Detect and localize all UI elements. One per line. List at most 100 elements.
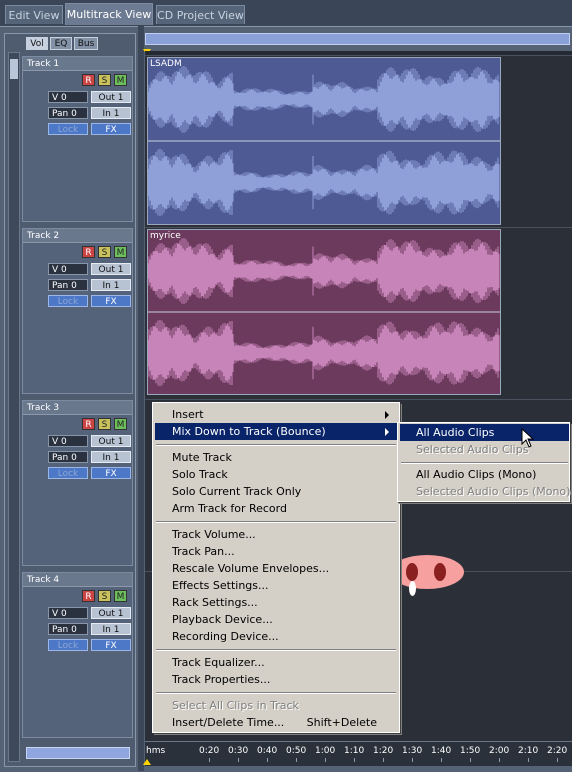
pan-field[interactable]: Pan 0 [48,279,88,291]
tab-edit-view[interactable]: Edit View [5,5,63,24]
fx-button[interactable]: FX [91,639,131,651]
submenu-item-selected-audio-clips-mono[interactable]: Selected Audio Clips (Mono) [400,483,570,500]
pan-field[interactable]: Pan 0 [48,107,88,119]
fx-button[interactable]: FX [91,467,131,479]
menu-separator [156,521,396,523]
submenu-item-all-audio-clips[interactable]: All Audio Clips [400,424,569,441]
record-arm-button[interactable]: R [82,246,95,258]
output-button[interactable]: Out 1 [91,435,131,447]
record-arm-button[interactable]: R [82,418,95,430]
pan-field[interactable]: Pan 0 [48,623,88,635]
fx-button[interactable]: FX [91,295,131,307]
mute-button[interactable]: M [114,590,127,602]
volume-field[interactable]: V 0 [48,91,88,103]
track-name[interactable]: Track 4 [23,573,132,587]
mute-button[interactable]: M [114,418,127,430]
solo-button[interactable]: S [98,418,111,430]
menu-item-arm-track[interactable]: Arm Track for Record [155,500,397,517]
ruler-tick-label: 1:00 [315,746,336,756]
mute-button[interactable]: M [114,246,127,258]
ruler-tick [325,758,326,762]
ruler-tick-label: 0:20 [199,746,220,756]
input-button[interactable]: In 1 [91,107,131,119]
menu-separator [156,692,396,694]
menu-item-track-equalizer[interactable]: Track Equalizer... [155,654,397,671]
audio-clip-lsadm[interactable]: LSADM [147,57,501,225]
pan-field[interactable]: Pan 0 [48,451,88,463]
solo-button[interactable]: S [98,74,111,86]
record-arm-button[interactable]: R [82,74,95,86]
menu-item-track-pan[interactable]: Track Pan... [155,543,397,560]
menu-item-solo-track[interactable]: Solo Track [155,466,397,483]
menu-item-mute-track[interactable]: Mute Track [155,449,397,466]
mute-button[interactable]: M [114,74,127,86]
horizontal-scrollbar[interactable] [145,33,570,45]
tab-multitrack-view[interactable]: Multitrack View [65,3,153,25]
lock-button[interactable]: Lock [48,295,88,307]
tab-cd-project-view[interactable]: CD Project View [156,5,245,24]
track-name[interactable]: Track 2 [23,229,132,243]
solo-button[interactable]: S [98,590,111,602]
volume-field[interactable]: V 0 [48,263,88,275]
menu-item-rescale-volume[interactable]: Rescale Volume Envelopes... [155,560,397,577]
bus-tab[interactable]: Bus [74,37,98,50]
menu-item-playback-device[interactable]: Playback Device... [155,611,397,628]
volume-field[interactable]: V 0 [48,607,88,619]
track-control-2: Track 2 R S M V 0 Out 1 Pan 0 In 1 Lock … [22,228,133,394]
track-name[interactable]: Track 1 [23,57,132,71]
output-button[interactable]: Out 1 [91,91,131,103]
solo-button[interactable]: S [98,246,111,258]
scroll-thumb[interactable] [10,59,18,79]
panel-splitter[interactable] [138,26,144,771]
end-marker-icon[interactable] [143,759,151,765]
ruler-tick [383,758,384,762]
volume-field[interactable]: V 0 [48,435,88,447]
menu-item-recording-device[interactable]: Recording Device... [155,628,397,645]
submenu-item-selected-audio-clips[interactable]: Selected Audio Clips [400,441,569,458]
menu-item-solo-current[interactable]: Solo Current Track Only [155,483,397,500]
submenu-arrow-icon [385,411,389,419]
ruler-tick [238,758,239,762]
menu-item-select-all-clips[interactable]: Select All Clips in Track [155,697,397,714]
menu-item-track-volume[interactable]: Track Volume... [155,526,397,543]
time-ruler[interactable]: hms 0:20 0:30 0:40 0:50 1:00 1:10 1:20 1:30 1:40… [145,741,572,766]
track-control-1: Track 1 R S M V 0 Out 1 Pan 0 In 1 Lock … [22,56,133,222]
audio-clip-myrice[interactable]: myrice [147,229,501,395]
time-unit-label: hms [146,746,166,756]
ruler-tick-label: 1:40 [431,746,452,756]
fx-button[interactable]: FX [91,123,131,135]
track-context-menu: Insert Mix Down to Track (Bounce) Mute T… [152,402,400,733]
track-control-4: Track 4 R S M V 0 Out 1 Pan 0 In 1 Lock … [22,572,133,738]
lock-button[interactable]: Lock [48,639,88,651]
menu-item-insert[interactable]: Insert [155,406,397,423]
menu-item-mix-down[interactable]: Mix Down to Track (Bounce) [155,423,397,440]
menu-item-insert-delete-time[interactable]: Insert/Delete Time... Shift+Delete [155,714,397,731]
menu-separator [156,444,396,446]
lock-button[interactable]: Lock [48,123,88,135]
waveform [148,230,500,394]
submenu-item-all-audio-clips-mono[interactable]: All Audio Clips (Mono) [400,466,569,483]
ruler-tick-label: 2:00 [489,746,510,756]
input-button[interactable]: In 1 [91,623,131,635]
horizontal-zoom-bar[interactable] [26,747,130,759]
menu-item-effects-settings[interactable]: Effects Settings... [155,577,397,594]
ruler-tick [412,758,413,762]
output-button[interactable]: Out 1 [91,263,131,275]
record-arm-button[interactable]: R [82,590,95,602]
drop-icon [409,581,416,596]
ruler-tick [354,758,355,762]
output-button[interactable]: Out 1 [91,607,131,619]
track-vertical-scrollbar[interactable] [8,52,20,762]
input-button[interactable]: In 1 [91,279,131,291]
view-tabs: Edit View Multitrack View CD Project Vie… [0,0,572,26]
eq-tab[interactable]: EQ [50,37,72,50]
input-button[interactable]: In 1 [91,451,131,463]
ruler-tick-label: 0:40 [257,746,278,756]
menu-item-track-properties[interactable]: Track Properties... [155,671,397,688]
track-name[interactable]: Track 3 [23,401,132,415]
menu-item-rack-settings[interactable]: Rack Settings... [155,594,397,611]
vol-tab[interactable]: Vol [26,37,48,50]
submenu-arrow-icon [385,428,389,436]
pig-nose-icon [390,555,464,589]
lock-button[interactable]: Lock [48,467,88,479]
